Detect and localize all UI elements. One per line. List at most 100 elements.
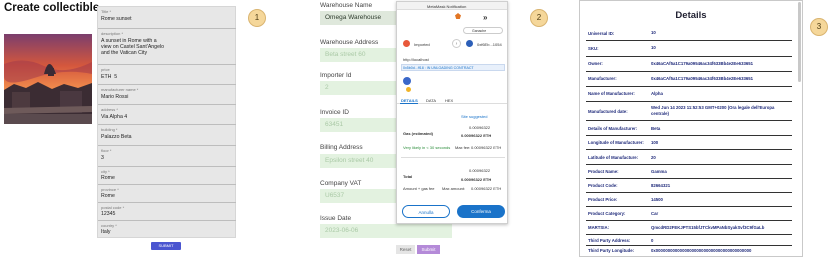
account-to-address: 0xf6Eb...1054 xyxy=(477,42,502,47)
row-key: Manufactured date: xyxy=(588,109,628,114)
field-label: price xyxy=(101,67,110,72)
max-fee-value: 0.00096322 ETH xyxy=(471,145,502,150)
row-key: Manufacturer: xyxy=(588,76,617,81)
row-key: Latitude of Manufacture: xyxy=(588,155,639,160)
row-key: Third Party Longitude: xyxy=(588,248,635,253)
reject-button[interactable]: Annulla xyxy=(402,205,450,218)
network-selector[interactable]: Ganache xyxy=(463,27,503,34)
field-value: 12345 xyxy=(101,211,116,217)
price-field[interactable]: price ETH 5 xyxy=(98,65,236,85)
total-eth: 0.00096322 ETH xyxy=(461,177,492,182)
row-key: Product Category: xyxy=(588,211,626,216)
chevrons-icon[interactable]: » xyxy=(483,13,487,22)
row-key: Longitude of Manufacturer: xyxy=(588,140,644,145)
field-label: floor * xyxy=(101,148,112,153)
details-row: Latitude of Manufacture: 20 xyxy=(586,150,792,165)
network-name: Ganache xyxy=(472,28,487,33)
field-value: ETH 5 xyxy=(101,74,118,80)
warehouse-name-label: Warehouse Name xyxy=(320,2,373,9)
row-key: Owner: xyxy=(588,61,603,66)
page-title: Create collectible xyxy=(4,2,100,14)
building-field[interactable]: building * Palazzo Beta xyxy=(98,125,236,146)
row-key: Product Price: xyxy=(588,197,618,202)
metamask-fox-icon xyxy=(455,13,461,19)
field-label: country * xyxy=(101,223,117,228)
tab-data[interactable]: DATA xyxy=(426,98,436,103)
details-row: Universal ID: 10 xyxy=(586,26,792,41)
details-row: Details of Manufacturer: Beta xyxy=(586,121,792,136)
max-amount-label: Max amount: xyxy=(442,186,466,191)
details-row: Owner: 0x46aCAf5a1C179a09546ac34f633Bb4e… xyxy=(586,57,792,72)
details-title: Details xyxy=(675,10,707,21)
site-suggested-link[interactable]: Site suggested xyxy=(461,114,487,119)
field-label: postal code * xyxy=(101,205,125,210)
reset-button[interactable]: Reset xyxy=(396,245,415,254)
city-field[interactable]: city * Rome xyxy=(98,167,236,185)
amount-gas-label: Amount + gas fee xyxy=(403,186,435,191)
row-value: QmcdRD2FEKJPTS15bfJTCkvMPaNbSyakSvf3C9fG… xyxy=(651,225,765,230)
title-field[interactable]: Title * Rome sunset xyxy=(98,7,236,29)
scrollbar-thumb[interactable] xyxy=(798,2,801,82)
details-row: Manufacturer: 0x46aCAf5a1C179a09546ac34f… xyxy=(586,72,792,87)
field-value: 3 xyxy=(101,155,104,161)
step-badge: 2 xyxy=(530,9,548,27)
province-field[interactable]: province * Rome xyxy=(98,185,236,203)
row-key: Third Party Address: xyxy=(588,238,631,243)
details-row: Manufactured date: Wed Jun 14 2023 11:52… xyxy=(586,102,792,121)
row-key: Details of Manufacturer: xyxy=(588,126,638,131)
company-vat-label: Company VAT xyxy=(320,180,362,187)
invoice-id-label: Invoice ID xyxy=(320,109,349,116)
row-key: Universal ID: xyxy=(588,31,615,36)
collectible-image xyxy=(4,34,92,124)
manufacturer-name-field[interactable]: manufacturer name * Mario Rossi xyxy=(98,85,236,105)
tab-hex[interactable]: HEX xyxy=(445,98,453,103)
likely-label: Very likely in < 30 seconds xyxy=(403,145,451,150)
popup-title: MetaMask Notification xyxy=(427,4,467,9)
max-fee-label: Max fee: xyxy=(455,145,471,150)
address-field[interactable]: address * Via Alpha 4 xyxy=(98,105,236,125)
warehouse-address-label: Warehouse Address xyxy=(320,39,379,46)
step-badge: 1 xyxy=(248,9,266,27)
field-label: building * xyxy=(101,127,118,132)
row-value: 10 xyxy=(651,30,656,35)
contract-address: 0x5b0d...ff18 : IN UNLOADING CONTRACT xyxy=(403,65,474,70)
details-card: Details Universal ID: 10 SKU: 10 Owner: … xyxy=(579,0,803,257)
details-row: Product Name: Gamma xyxy=(586,165,792,179)
country-field[interactable]: country * Italy xyxy=(98,221,236,238)
issue-date-input[interactable]: 2023-06-06 xyxy=(320,224,452,238)
row-value: 0x46aCAf5a1C179a09546ac34f633Bb4e2Ee6336… xyxy=(651,76,754,81)
issue-date-label: Issue Date xyxy=(320,215,352,222)
floor-field[interactable]: floor * 3 xyxy=(98,146,236,167)
field-label: address * xyxy=(101,107,118,112)
description-field[interactable]: description * A sunset in Rome with a vi… xyxy=(98,29,236,65)
details-row: Longitude of Manufacturer: 100 xyxy=(586,136,792,150)
billing-address-label: Billing Address xyxy=(320,144,363,151)
total-label: Total xyxy=(403,174,413,179)
postal-code-field[interactable]: postal code * 12345 xyxy=(98,203,236,221)
submit-button[interactable]: SUBMIT xyxy=(151,242,181,250)
importer-id-label: Importer Id xyxy=(320,72,352,79)
origin-url: http://localhost xyxy=(403,57,429,62)
metamask-popup: MetaMask Notification » Ganache Imported… xyxy=(396,1,508,224)
row-value: Alpha xyxy=(651,91,663,96)
field-label: Title * xyxy=(101,9,112,14)
form-submit-button[interactable]: Submit xyxy=(417,245,440,254)
row-value: 0 xyxy=(651,238,654,243)
gas-eth: 0.00096322 ETH xyxy=(461,133,492,138)
row-key: Product Name: xyxy=(588,169,619,174)
details-row: Third Party Longitude: 0x000000000000000… xyxy=(586,246,792,256)
field-value: A sunset in Rome with a view on Castel S… xyxy=(101,38,164,57)
tab-active-indicator xyxy=(400,103,418,104)
max-amount-value: 0.00096322 ETH xyxy=(471,186,502,191)
field-value: Mario Rossi xyxy=(101,94,129,100)
gas-label: Gas (estimated) xyxy=(403,131,434,136)
field-label: province * xyxy=(101,187,119,192)
row-key: SKU: xyxy=(588,46,599,51)
confirm-button[interactable]: Conferma xyxy=(457,205,505,218)
collectible-form: Title * Rome sunset description * A suns… xyxy=(97,6,236,238)
field-value: Italy xyxy=(101,229,111,235)
row-value: 82664321 xyxy=(651,183,671,188)
details-row: MARTSIA: QmcdRD2FEKJPTS15bfJTCkvMPaNbSya… xyxy=(586,221,792,235)
row-key: Name of Manufacturer: xyxy=(588,91,635,96)
row-value: Beta xyxy=(651,126,661,131)
